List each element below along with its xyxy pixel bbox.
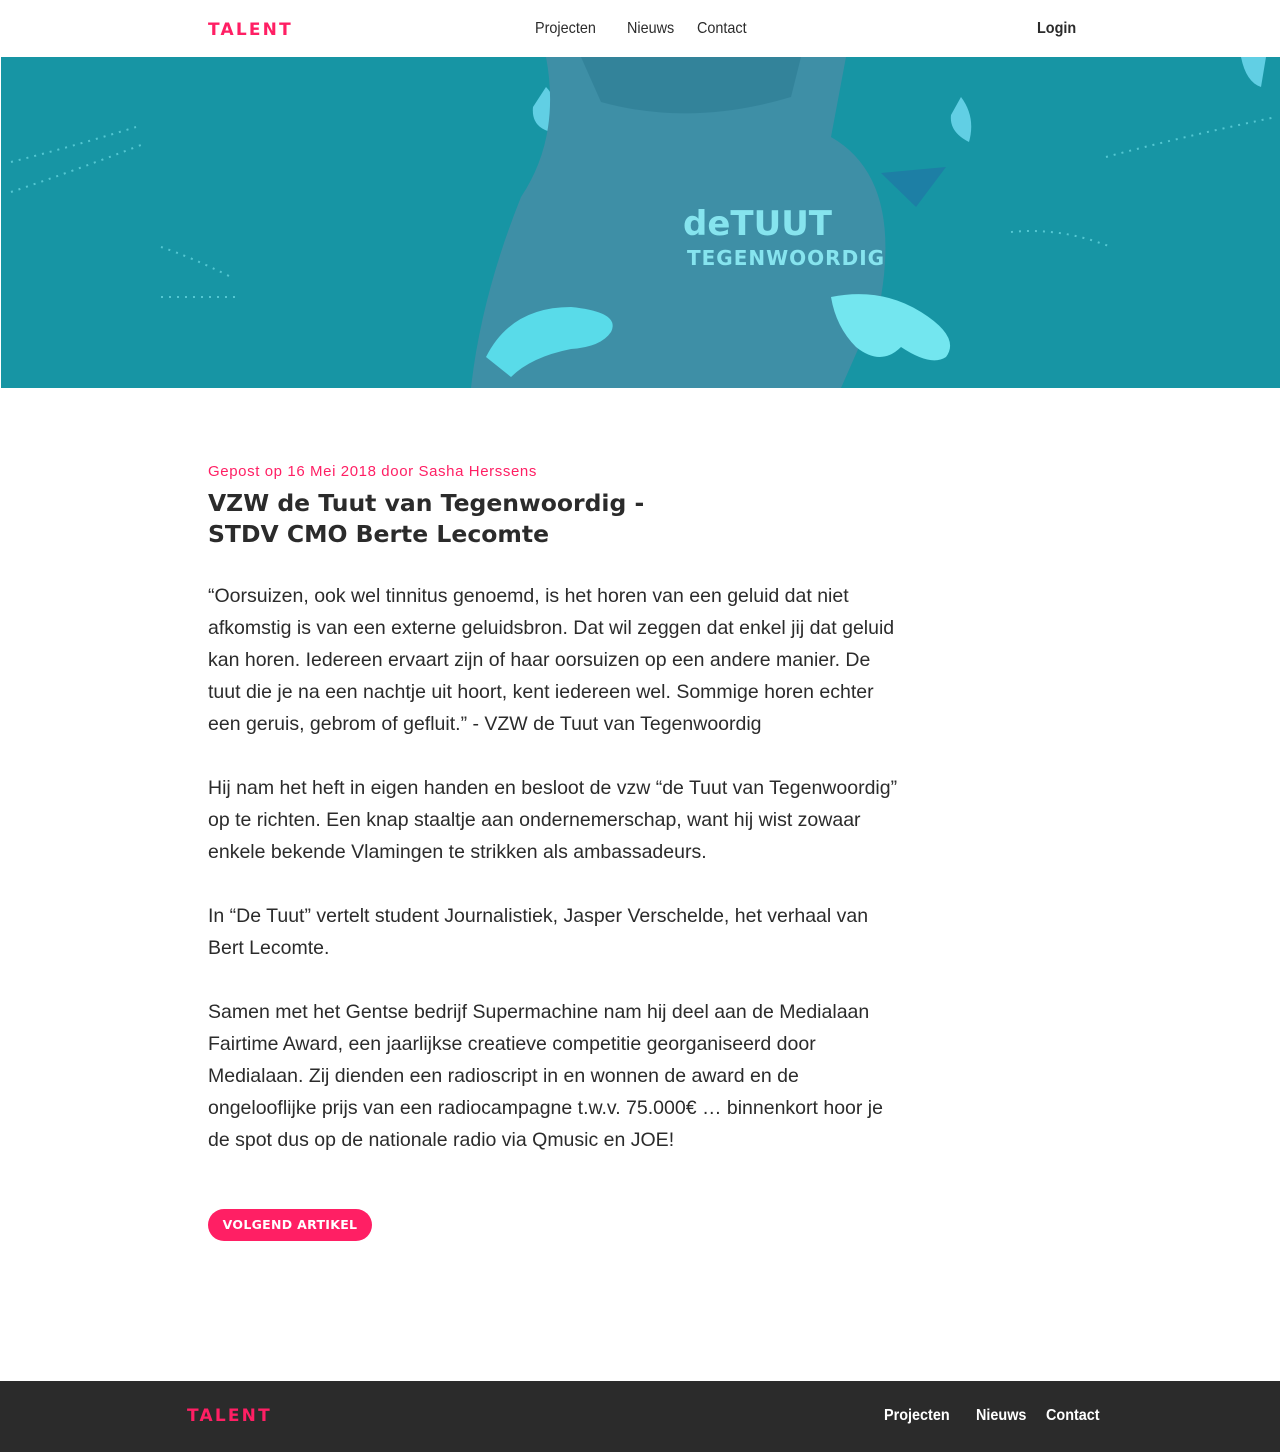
login-link[interactable]: Login: [1037, 19, 1076, 39]
article-paragraph: Samen met het Gentse bedrijf Supermachin…: [208, 1001, 883, 1151]
brand-logo[interactable]: TALENT: [208, 20, 293, 40]
hero-shirt-text-1: deTUUT: [683, 204, 833, 244]
hero-image: deTUUT TEGENWOORDIG: [1, 57, 1280, 388]
site-header: TALENT Projecten Nieuws Contact Login: [0, 0, 1280, 57]
site-footer: TALENT Projecten Nieuws Contact: [0, 1381, 1280, 1452]
hero-mascot-illustration: deTUUT TEGENWOORDIG: [1, 57, 1280, 388]
article-paragraph: In “De Tuut” vertelt student Journalisti…: [208, 905, 869, 959]
article-meta: Gepost op 16 Mei 2018 door Sasha Herssen…: [208, 463, 537, 480]
article-paragraph: “Oorsuizen, ook wel tinnitus genoemd, is…: [208, 585, 895, 735]
nav-projecten-link[interactable]: Projecten: [535, 19, 596, 39]
next-article-button[interactable]: VOLGEND ARTIKEL: [208, 1209, 372, 1241]
article-title: VZW de Tuut van Tegenwoordig - STDV CMO …: [208, 489, 645, 548]
footer-nav-nieuws-link[interactable]: Nieuws: [976, 1406, 1026, 1426]
footer-nav-contact-link[interactable]: Contact: [1046, 1406, 1100, 1426]
nav-nieuws-link[interactable]: Nieuws: [627, 19, 674, 39]
hero-shirt-text-2: TEGENWOORDIG: [687, 246, 885, 270]
article-body: “Oorsuizen, ook wel tinnitus genoemd, is…: [208, 580, 908, 1188]
nav-contact-link[interactable]: Contact: [697, 19, 747, 39]
footer-brand-logo[interactable]: TALENT: [187, 1406, 272, 1426]
article-paragraph: Hij nam het heft in eigen handen en besl…: [208, 777, 898, 863]
footer-nav-projecten-link[interactable]: Projecten: [884, 1406, 950, 1426]
